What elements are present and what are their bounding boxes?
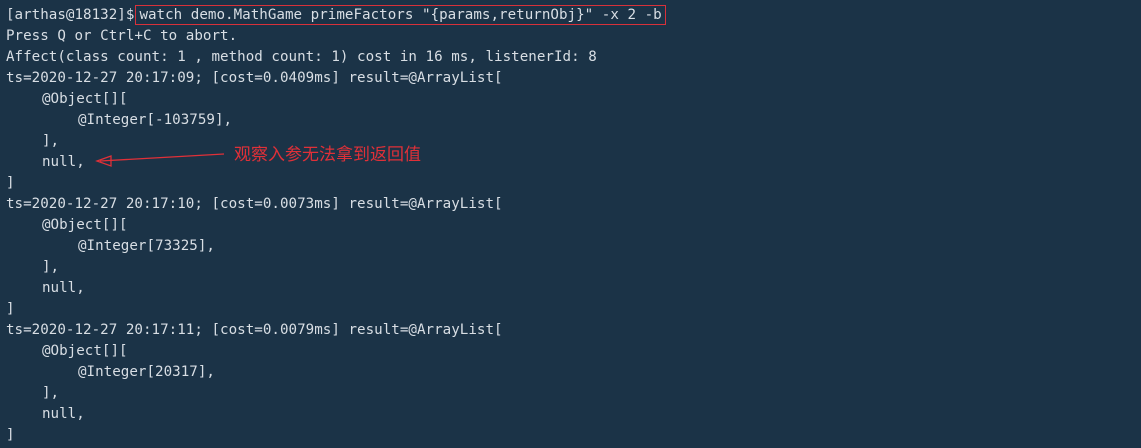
- object-array-open: @Object[][: [42, 343, 128, 359]
- result-header: ts=2020-12-27 20:17:10; [cost=0.0073ms] …: [6, 196, 503, 212]
- result-header: ts=2020-12-27 20:17:09; [cost=0.0409ms] …: [6, 70, 503, 86]
- highlighted-command: watch demo.MathGame primeFactors "{param…: [135, 5, 666, 25]
- abort-hint: Press Q or Ctrl+C to abort.: [6, 28, 238, 44]
- return-null: null,: [42, 280, 85, 296]
- object-array-open: @Object[][: [42, 91, 128, 107]
- result-close: ]: [6, 301, 15, 317]
- integer-param: @Integer[73325],: [78, 238, 215, 254]
- result-header: ts=2020-12-27 20:17:11; [cost=0.0079ms] …: [6, 322, 503, 338]
- object-array-open: @Object[][: [42, 217, 128, 233]
- command-line: [arthas@18132]$ watch demo.MathGame prime…: [6, 5, 1136, 26]
- integer-param: @Integer[20317],: [78, 364, 215, 380]
- terminal-output[interactable]: [arthas@18132]$ watch demo.MathGame prime…: [6, 5, 1136, 446]
- result-close: ]: [6, 427, 15, 443]
- object-array-close: ],: [42, 259, 60, 275]
- return-null: null,: [42, 406, 85, 422]
- object-array-close: ],: [42, 385, 60, 401]
- affect-summary: Affect(class count: 1 , method count: 1)…: [6, 49, 597, 65]
- integer-param: @Integer[-103759],: [78, 112, 233, 128]
- object-array-close: ],: [42, 133, 60, 149]
- result-close: ]: [6, 175, 15, 191]
- return-null: null,: [42, 154, 85, 170]
- shell-prompt: [arthas@18132]$: [6, 7, 135, 23]
